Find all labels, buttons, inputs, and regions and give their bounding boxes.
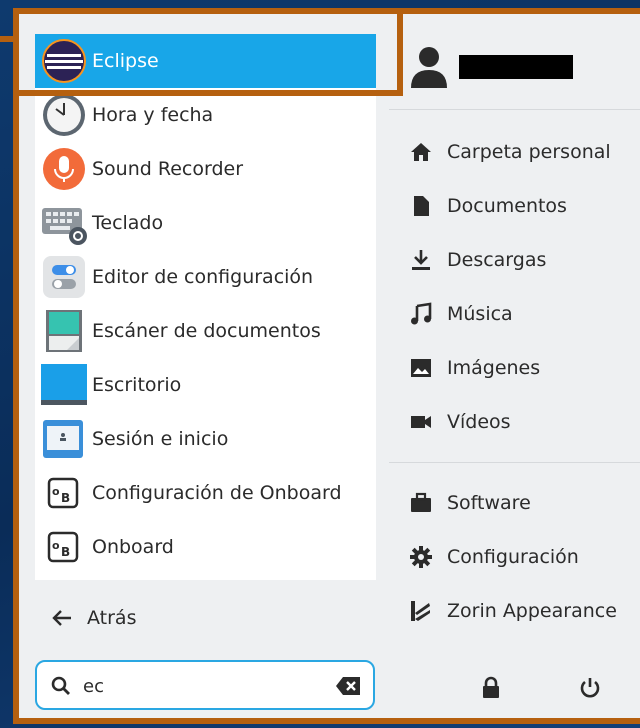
toggle-settings-icon (43, 256, 85, 298)
download-icon (412, 250, 430, 270)
system-zorin-appearance[interactable]: Zorin Appearance (409, 591, 617, 631)
place-imagenes[interactable]: Imágenes (409, 348, 540, 388)
partial-app-icon (41, 578, 87, 580)
gear-icon (410, 546, 432, 568)
app-label: Sesión e inicio (92, 428, 229, 450)
system-configuracion[interactable]: Configuración (409, 537, 579, 577)
app-item-editor-de-configuracion[interactable]: Editor de configuración (35, 250, 376, 304)
place-label: Imágenes (447, 357, 541, 379)
search-icon (51, 676, 70, 695)
arrow-left-icon (52, 610, 71, 626)
apps-panel: Eclipse Hora y fecha Sound Recorder Tecl… (19, 14, 389, 718)
eclipse-icon (42, 39, 86, 83)
svg-text:B: B (61, 491, 70, 505)
app-item-hora-y-fecha[interactable]: Hora y fecha (35, 88, 376, 142)
back-label: Atrás (87, 607, 137, 629)
scanner-icon (46, 310, 82, 352)
system-label: Software (447, 492, 531, 514)
application-menu: Eclipse Hora y fecha Sound Recorder Tecl… (19, 14, 640, 718)
keyboard-icon (42, 208, 87, 245)
place-videos[interactable]: Vídeos (409, 402, 511, 442)
back-button[interactable]: Atrás (35, 600, 136, 636)
place-label: Vídeos (447, 411, 511, 433)
lock-icon[interactable] (477, 674, 505, 702)
system-software[interactable]: Software (409, 483, 531, 523)
place-label: Música (447, 303, 513, 325)
image-icon (411, 359, 431, 377)
user-account[interactable] (409, 40, 573, 94)
system-label: Zorin Appearance (447, 600, 617, 622)
places-panel: Carpeta personal Documentos Descargas Mú… (389, 14, 640, 718)
zorin-appearance-icon (411, 601, 430, 621)
session-icon (43, 420, 83, 458)
redacted-username (459, 55, 573, 79)
app-item-configuracion-de-onboard[interactable]: o B Configuración de Onboard (35, 466, 376, 520)
user-icon (411, 47, 447, 88)
place-carpeta-personal[interactable]: Carpeta personal (409, 132, 611, 172)
place-descargas[interactable]: Descargas (409, 240, 546, 280)
app-label: Escritorio (92, 374, 182, 396)
place-label: Descargas (447, 249, 547, 271)
app-item-sesion-e-inicio[interactable]: Sesión e inicio (35, 412, 376, 466)
app-item-escritorio[interactable]: Escritorio (35, 358, 376, 412)
onboard-icon: o B (47, 531, 79, 563)
app-label: Sound Recorder (92, 158, 244, 180)
app-label: Configuración de Onboard (92, 482, 342, 504)
divider (389, 462, 640, 463)
app-label: Onboard (92, 536, 174, 558)
search-input[interactable] (81, 670, 325, 702)
divider (389, 109, 640, 110)
power-icon[interactable] (576, 674, 604, 702)
app-label: Hora y fecha (92, 104, 214, 126)
home-icon (411, 143, 431, 161)
svg-text:B: B (61, 545, 70, 559)
place-musica[interactable]: Música (409, 294, 513, 334)
app-label: Editor de configuración (92, 266, 314, 288)
desktop-icon (41, 364, 87, 405)
app-item-partial[interactable] (35, 574, 376, 580)
app-item-onboard[interactable]: o B Onboard (35, 520, 376, 574)
system-label: Configuración (447, 546, 579, 568)
microphone-icon (43, 148, 85, 190)
annotation-pointer (0, 36, 19, 42)
place-label: Documentos (447, 195, 567, 217)
music-icon (411, 302, 432, 325)
app-item-eclipse[interactable]: Eclipse (35, 34, 376, 88)
app-item-escaner-de-documentos[interactable]: Escáner de documentos (35, 304, 376, 358)
search-results-list[interactable]: Eclipse Hora y fecha Sound Recorder Tecl… (35, 34, 376, 580)
place-label: Carpeta personal (447, 141, 611, 163)
briefcase-icon (411, 492, 431, 512)
svg-text:o: o (52, 539, 60, 552)
app-label: Eclipse (92, 50, 159, 72)
clock-icon (43, 94, 85, 136)
svg-text:o: o (52, 485, 60, 498)
video-icon (411, 416, 431, 428)
app-label: Escáner de documentos (92, 320, 321, 342)
onboard-icon: o B (47, 477, 79, 509)
place-documentos[interactable]: Documentos (409, 186, 567, 226)
app-item-sound-recorder[interactable]: Sound Recorder (35, 142, 376, 196)
app-item-teclado[interactable]: Teclado (35, 196, 376, 250)
search-box[interactable] (35, 660, 375, 710)
document-icon (414, 196, 429, 216)
clear-search-icon[interactable] (335, 676, 361, 696)
app-label: Teclado (92, 212, 164, 234)
